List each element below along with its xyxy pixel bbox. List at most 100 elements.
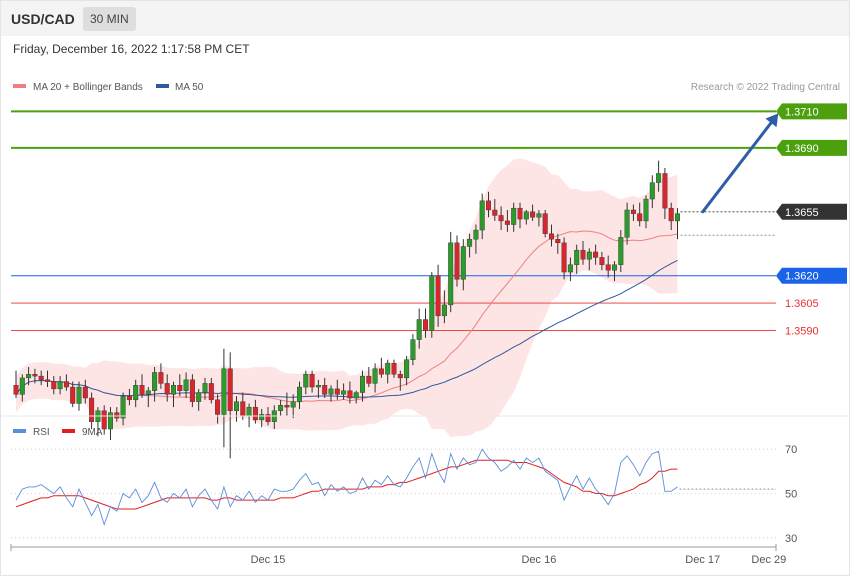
candle-body: [429, 275, 435, 331]
candle-body: [126, 395, 132, 401]
candle-body: [139, 385, 145, 395]
candle-body: [473, 229, 479, 240]
candle-body: [120, 395, 126, 419]
candle-body: [152, 372, 158, 391]
x-tick-label: Dec 15: [251, 554, 286, 566]
candle-body: [649, 182, 655, 200]
candle-body: [643, 198, 649, 222]
ma20-legend-label: MA 20 + Bollinger Bands: [33, 82, 143, 93]
candle-body: [303, 374, 309, 388]
x-tick-label: Dec 16: [521, 554, 556, 566]
credit-text: Research © 2022 Trading Central: [691, 82, 840, 93]
rsi-ma-legend-swatch: [62, 429, 75, 433]
candle-body: [284, 405, 290, 408]
rsi-legend-swatch: [13, 429, 26, 433]
candle-body: [574, 249, 580, 265]
candle-body: [618, 237, 624, 265]
rsi-line: [15, 448, 678, 526]
candle-body: [416, 319, 422, 340]
candle-body: [467, 238, 473, 247]
candle-body: [605, 264, 611, 271]
candle-body: [45, 379, 51, 382]
candle-body: [164, 383, 170, 395]
candle-body: [101, 410, 107, 430]
candle-body: [504, 220, 510, 225]
candle-body: [567, 264, 573, 273]
candle-body: [328, 388, 334, 395]
candle-body: [404, 359, 410, 379]
candle-body: [196, 392, 202, 402]
candle-body: [410, 339, 416, 360]
candle-body: [391, 363, 397, 375]
candle-body: [460, 246, 466, 280]
candle-body: [668, 207, 674, 222]
candle: [454, 235, 460, 287]
candle-body: [177, 385, 183, 391]
candle-body: [322, 385, 328, 395]
candle-body: [114, 412, 120, 419]
candle-body: [26, 374, 32, 379]
ma50-legend-swatch: [156, 84, 169, 88]
candle-body: [221, 368, 227, 415]
candle-body: [19, 377, 25, 395]
candle-body: [561, 242, 567, 273]
candle-body: [315, 385, 321, 388]
candle: [221, 348, 227, 448]
candle-body: [297, 386, 303, 402]
candle-body: [624, 209, 630, 238]
candle-body: [76, 386, 82, 404]
candle-body: [479, 200, 485, 231]
candle-body: [107, 412, 113, 430]
candle-body: [57, 381, 63, 390]
rsi-tick-50: 50: [785, 489, 797, 501]
candle-body: [555, 238, 561, 244]
candle: [448, 231, 454, 313]
candle-body: [63, 381, 69, 388]
candle-body: [656, 173, 662, 183]
target-arrow-head: [765, 113, 779, 128]
candle-body: [202, 383, 208, 393]
level-label-1.3690: 1.3690: [785, 143, 819, 155]
candle-body: [486, 200, 492, 211]
candle-body: [549, 233, 555, 240]
candle-body: [353, 392, 359, 399]
candle-body: [145, 390, 151, 395]
candle-body: [227, 368, 233, 411]
ma50-legend-label: MA 50: [175, 82, 204, 93]
candle-body: [523, 211, 529, 220]
candle-body: [208, 383, 214, 401]
rsi-tick-30: 30: [785, 533, 797, 545]
candle-body: [252, 406, 258, 421]
level-label-1.3655: 1.3655: [785, 207, 819, 219]
candle-body: [240, 401, 246, 417]
candle: [89, 392, 95, 430]
candle-body: [89, 397, 95, 422]
candle-body: [435, 275, 441, 317]
candle-body: [259, 414, 265, 421]
candle-body: [612, 264, 618, 271]
level-label-1.3590: 1.3590: [785, 325, 819, 337]
level-label-1.3710: 1.3710: [785, 106, 819, 118]
candle-body: [492, 209, 498, 216]
candle-body: [70, 386, 76, 404]
candle-body: [170, 385, 176, 395]
x-tick-label: Dec 29: [751, 554, 786, 566]
candle-body: [183, 379, 189, 391]
candle-body: [13, 385, 19, 395]
candle-body: [309, 374, 315, 388]
candle: [542, 209, 548, 238]
candle-body: [593, 251, 599, 258]
candle-body: [290, 401, 296, 408]
level-label-1.3605: 1.3605: [785, 298, 819, 310]
rsi-tick-70: 70: [785, 444, 797, 456]
candle-body: [366, 375, 372, 384]
rsi-legend-label: RSI: [33, 427, 50, 438]
candle-body: [347, 390, 353, 399]
candle-body: [215, 399, 221, 415]
candle-body: [423, 319, 429, 331]
candle-body: [233, 401, 239, 411]
candle-body: [448, 242, 454, 306]
candle-body: [133, 385, 139, 401]
candle-body: [341, 390, 347, 395]
candle-body: [246, 406, 252, 417]
